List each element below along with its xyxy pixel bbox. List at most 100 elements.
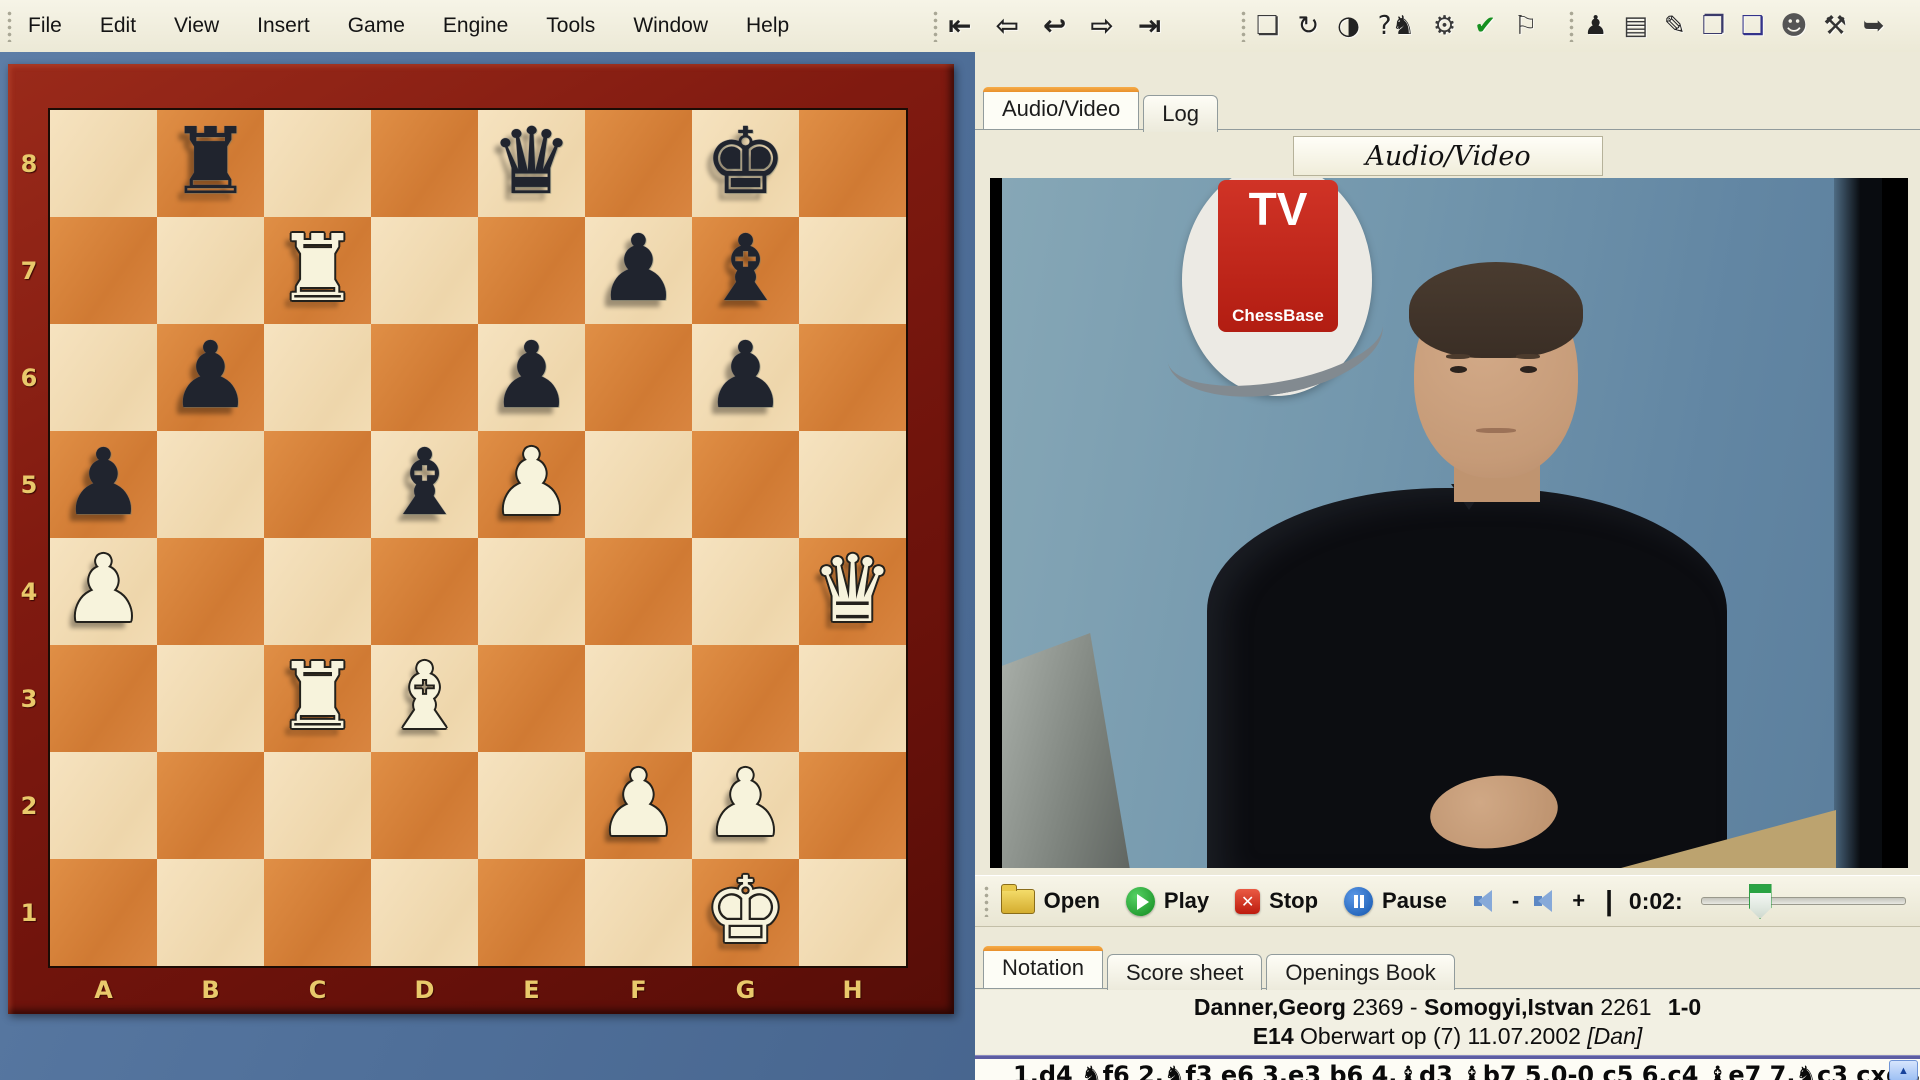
pause-button[interactable]: Pause [1344,887,1447,916]
square-d8[interactable] [371,110,478,217]
square-c8[interactable] [264,110,371,217]
square-a2[interactable] [50,752,157,859]
square-a4[interactable]: ♟ [50,538,157,645]
white-rook-c3[interactable]: ♜ [264,645,371,752]
square-b1[interactable] [157,859,264,966]
square-e2[interactable] [478,752,585,859]
square-d2[interactable] [371,752,478,859]
white-rook-c7[interactable]: ♜ [264,217,371,324]
square-g4[interactable] [692,538,799,645]
square-c1[interactable] [264,859,371,966]
square-f7[interactable]: ♟ [585,217,692,324]
black-queen-e8[interactable]: ♛ [478,110,585,217]
pieces-button[interactable]: ♟ [1584,13,1607,39]
menu-insert[interactable]: Insert [253,11,314,41]
toolbar-drag-handle[interactable] [1240,10,1247,42]
volume-up-button[interactable]: + [1533,888,1585,914]
square-h6[interactable] [799,324,906,431]
forward-button[interactable]: ⇨ [1090,12,1113,40]
white-king-g1[interactable]: ♚ [692,859,799,966]
square-g1[interactable]: ♚ [692,859,799,966]
square-b4[interactable] [157,538,264,645]
square-a7[interactable] [50,217,157,324]
square-f4[interactable] [585,538,692,645]
tab-score-sheet[interactable]: Score sheet [1107,954,1262,991]
square-e5[interactable]: ♟ [478,431,585,538]
analysis-button[interactable]: ⚙ [1433,13,1456,39]
approve-button[interactable]: ✔ [1474,13,1496,39]
square-c6[interactable] [264,324,371,431]
menu-file[interactable]: File [24,11,66,41]
menu-drag-handle[interactable] [6,10,13,42]
controls-drag-handle[interactable] [983,885,989,917]
send-button[interactable]: ➥ [1863,13,1885,39]
square-a3[interactable] [50,645,157,752]
square-g8[interactable]: ♚ [692,110,799,217]
square-h5[interactable] [799,431,906,538]
menu-help[interactable]: Help [742,11,793,41]
square-b8[interactable]: ♜ [157,110,264,217]
tab-audio-video[interactable]: Audio/Video [983,87,1139,129]
evaluate-move-button[interactable]: ?♞ [1378,13,1415,39]
square-c5[interactable] [264,431,371,538]
play-button[interactable]: Play [1126,887,1209,916]
menu-tools[interactable]: Tools [542,11,599,41]
board-window-button[interactable]: ❑ [1741,13,1764,39]
menu-view[interactable]: View [170,11,223,41]
volume-down-button[interactable]: - [1473,888,1519,914]
half-point-button[interactable]: ◑ [1337,13,1360,39]
square-h4[interactable]: ♛ [799,538,906,645]
annotate-button[interactable]: ✎ [1664,13,1686,39]
copy-game-button[interactable]: ❐ [1702,13,1725,39]
square-b2[interactable] [157,752,264,859]
square-f2[interactable]: ♟ [585,752,692,859]
square-c3[interactable]: ♜ [264,645,371,752]
move-list[interactable]: 1.d4 ♞f6 2.♞f3 e6 3.e3 b6 4.♝d3 ♝b7 5.0-… [1013,1061,1920,1080]
square-e6[interactable]: ♟ [478,324,585,431]
back-button[interactable]: ⇦ [995,12,1018,40]
menu-game[interactable]: Game [344,11,409,41]
square-c4[interactable] [264,538,371,645]
square-d6[interactable] [371,324,478,431]
square-d5[interactable]: ♝ [371,431,478,538]
square-h1[interactable] [799,859,906,966]
square-f1[interactable] [585,859,692,966]
goto-end-button[interactable]: ⇥ [1138,12,1161,40]
open-button[interactable]: Open [1001,888,1100,914]
menu-window[interactable]: Window [629,11,712,41]
square-e8[interactable]: ♛ [478,110,585,217]
square-c7[interactable]: ♜ [264,217,371,324]
white-bishop-d3[interactable]: ♝ [371,645,478,752]
menu-edit[interactable]: Edit [96,11,140,41]
square-h7[interactable] [799,217,906,324]
black-king-g8[interactable]: ♚ [692,110,799,217]
square-f6[interactable] [585,324,692,431]
square-g3[interactable] [692,645,799,752]
new-game-button[interactable]: ❏ [1256,13,1279,39]
takeback-button[interactable]: ↩ [1043,12,1066,40]
square-a5[interactable]: ♟ [50,431,157,538]
square-f8[interactable] [585,110,692,217]
seek-slider[interactable] [1701,897,1906,905]
square-a8[interactable] [50,110,157,217]
square-h2[interactable] [799,752,906,859]
goto-start-button[interactable]: ⇤ [948,12,971,40]
seek-slider-thumb[interactable] [1749,884,1772,919]
white-pawn-e5[interactable]: ♟ [478,431,585,538]
square-d3[interactable]: ♝ [371,645,478,752]
tab-notation[interactable]: Notation [983,946,1103,988]
black-bishop-g7[interactable]: ♝ [692,217,799,324]
square-g7[interactable]: ♝ [692,217,799,324]
square-d7[interactable] [371,217,478,324]
player-button[interactable]: ☻ [1780,13,1807,39]
black-pawn-b6[interactable]: ♟ [157,324,264,431]
black-rook-b8[interactable]: ♜ [157,110,264,217]
square-c2[interactable] [264,752,371,859]
menu-engine[interactable]: Engine [439,11,512,41]
tab-log[interactable]: Log [1143,95,1218,132]
square-g5[interactable] [692,431,799,538]
black-pawn-f7[interactable]: ♟ [585,217,692,324]
square-e7[interactable] [478,217,585,324]
square-g6[interactable]: ♟ [692,324,799,431]
square-b6[interactable]: ♟ [157,324,264,431]
